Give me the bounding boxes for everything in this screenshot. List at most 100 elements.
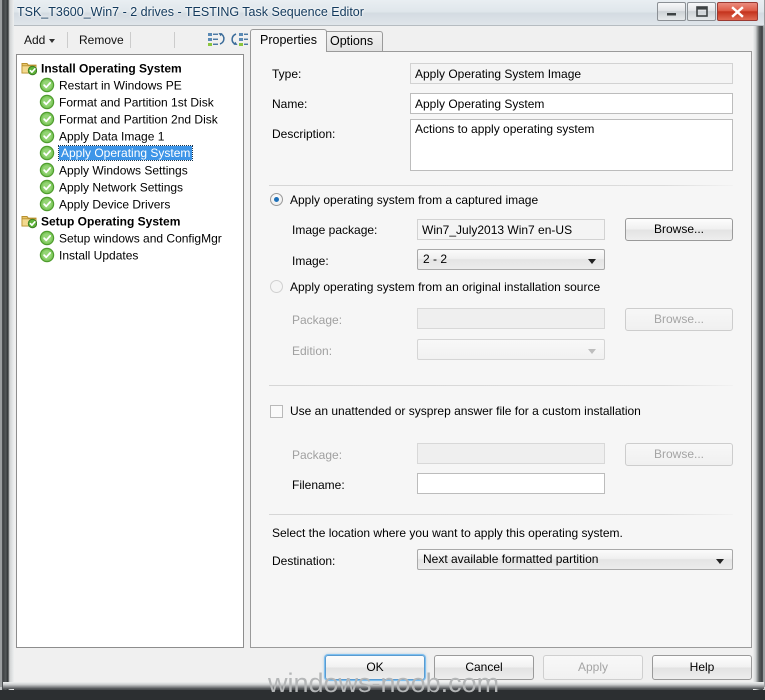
image-package-browse-button[interactable]: Browse... (625, 218, 733, 241)
tree-item-apply-data-image-1[interactable]: Apply Data Image 1 (17, 128, 243, 145)
tree-item-label: Restart in Windows PE (59, 78, 182, 93)
destination-label: Destination: (272, 554, 336, 568)
tree-item-label: Setup windows and ConfigMgr (59, 231, 222, 246)
edition-dropdown (417, 339, 605, 360)
tree-rows: Install Operating System Restart in Wind… (17, 60, 243, 264)
tree-item-setup-operating-system[interactable]: Setup Operating System (17, 213, 243, 230)
tree-item-label: Format and Partition 2nd Disk (59, 112, 218, 127)
tree-item-format-and-partition-1st-disk[interactable]: Format and Partition 1st Disk (17, 94, 243, 111)
image-label: Image: (292, 254, 329, 268)
unattend-package-label: Package: (292, 448, 343, 462)
close-icon (731, 6, 744, 18)
unattend-package-browse-button: Browse... (625, 443, 733, 466)
toolbar-separator (130, 32, 131, 48)
filename-field[interactable] (417, 473, 605, 494)
tree-item-apply-windows-settings[interactable]: Apply Windows Settings (17, 162, 243, 179)
destination-hint: Select the location where you want to ap… (272, 526, 623, 540)
help-button[interactable]: Help (652, 655, 752, 680)
tree-item-apply-operating-system[interactable]: Apply Operating System (17, 145, 243, 162)
name-label: Name: (272, 97, 308, 111)
divider-bottom (269, 514, 733, 515)
maximize-button[interactable] (687, 2, 716, 21)
tree-item-install-operating-system[interactable]: Install Operating System (17, 60, 243, 77)
toolbar-separator (67, 32, 68, 48)
window-frame-right (753, 26, 762, 690)
title-bar[interactable]: TSK_T3600_Win7 - 2 drives - TESTING Task… (3, 0, 764, 26)
radio-original-source[interactable] (270, 280, 283, 293)
check-circle-icon (39, 162, 55, 178)
apply-button: Apply (543, 655, 643, 680)
window-title: TSK_T3600_Win7 - 2 drives - TESTING Task… (17, 5, 364, 19)
add-button-label: Add (24, 33, 46, 47)
maximize-icon (696, 6, 708, 17)
folder-icon (21, 213, 38, 229)
tab-properties[interactable]: Properties (250, 29, 327, 52)
tree-item-setup-windows-and-configmgr[interactable]: Setup windows and ConfigMgr (17, 230, 243, 247)
chevron-down-icon (716, 559, 724, 564)
type-label: Type: (272, 67, 302, 81)
remove-button[interactable]: Remove (72, 30, 131, 50)
tree-item-apply-network-settings[interactable]: Apply Network Settings (17, 179, 243, 196)
tree-item-restart-in-windows-pe[interactable]: Restart in Windows PE (17, 77, 243, 94)
window-frame-left (3, 0, 14, 690)
tree-item-format-and-partition-2nd-disk[interactable]: Format and Partition 2nd Disk (17, 111, 243, 128)
minimize-button[interactable] (657, 2, 686, 21)
check-circle-icon (39, 94, 55, 110)
move-up-icon[interactable] (206, 31, 226, 49)
check-circle-icon (39, 111, 55, 127)
tree-item-install-updates[interactable]: Install Updates (17, 247, 243, 264)
chevron-down-icon (49, 38, 56, 43)
image-dropdown[interactable]: 2 - 2 (417, 249, 605, 270)
properties-panel: Type: Name: Description: Apply operating… (250, 51, 752, 648)
toolbar-separator (174, 32, 175, 48)
name-field[interactable] (410, 93, 733, 114)
radio-captured-image[interactable] (270, 193, 283, 206)
tree-item-label: Setup Operating System (41, 214, 181, 229)
tree-item-label: Apply Operating System (57, 145, 194, 162)
destination-dropdown[interactable]: Next available formatted partition (417, 549, 733, 570)
move-down-icon[interactable] (230, 31, 250, 49)
radio-original-source-label: Apply operating system from an original … (290, 280, 601, 294)
check-circle-icon (39, 77, 55, 93)
check-circle-icon (39, 196, 55, 212)
close-button[interactable] (717, 2, 758, 21)
package-browse-button: Browse... (625, 308, 733, 331)
check-circle-icon (39, 247, 55, 263)
type-field (410, 63, 733, 84)
radio-captured-image-label: Apply operating system from a captured i… (290, 193, 539, 207)
image-dropdown-value: 2 - 2 (423, 252, 448, 266)
ok-button[interactable]: OK (325, 655, 425, 680)
window-frame-bottom (3, 682, 764, 689)
add-button[interactable]: Add (17, 30, 62, 50)
check-circle-icon (39, 145, 55, 161)
minimize-icon (667, 13, 676, 16)
edition-label: Edition: (292, 344, 333, 358)
tree-item-label: Install Operating System (41, 61, 182, 76)
unattended-checkbox[interactable] (270, 405, 283, 418)
package-field (417, 308, 605, 329)
tree-item-label: Format and Partition 1st Disk (59, 95, 214, 110)
backdrop-dark-strip (0, 690, 765, 700)
tree-item-label: Apply Data Image 1 (59, 129, 165, 144)
destination-dropdown-value: Next available formatted partition (423, 552, 599, 566)
package-label: Package: (292, 313, 343, 327)
tree-item-apply-device-drivers[interactable]: Apply Device Drivers (17, 196, 243, 213)
filename-label: Filename: (292, 478, 345, 492)
check-circle-icon (39, 179, 55, 195)
image-package-field[interactable] (417, 219, 605, 240)
cancel-button[interactable]: Cancel (434, 655, 534, 680)
description-field[interactable] (410, 119, 733, 171)
description-label: Description: (272, 127, 336, 141)
task-sequence-tree[interactable]: Install Operating System Restart in Wind… (16, 54, 244, 648)
image-package-label: Image package: (292, 223, 378, 237)
chevron-down-icon (588, 259, 596, 264)
tree-item-label: Apply Device Drivers (59, 197, 171, 212)
divider-middle (269, 385, 733, 386)
folder-icon (21, 60, 38, 76)
tree-item-label: Apply Windows Settings (59, 163, 188, 178)
divider-top (269, 185, 733, 186)
tab-options[interactable]: Options (320, 31, 384, 51)
unattended-checkbox-label: Use an unattended or sysprep answer file… (290, 404, 641, 418)
tree-item-label: Install Updates (59, 248, 139, 263)
chevron-down-icon (588, 349, 596, 354)
